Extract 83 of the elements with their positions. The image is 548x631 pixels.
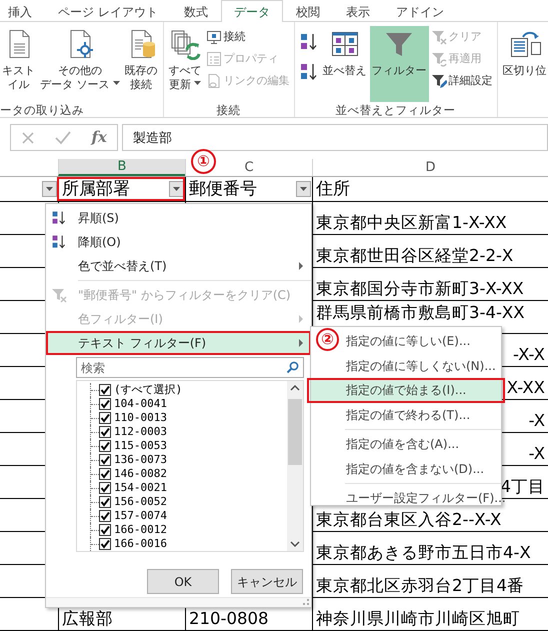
sort-descending-icon[interactable]: [298, 62, 318, 82]
callout-number: ①: [191, 149, 216, 174]
checkbox[interactable]: [99, 524, 111, 536]
sort-descending-icon: [51, 234, 67, 250]
checkbox[interactable]: [99, 468, 111, 480]
checkbox-label[interactable]: 136-0073: [114, 452, 167, 468]
ribbon-button[interactable]: すべて 更新: [166, 26, 204, 102]
ribbon-button[interactable]: 並べ替え: [320, 26, 368, 102]
ribbon-button[interactable]: キスト イル: [0, 26, 37, 102]
menu-item[interactable]: 降順(O): [46, 230, 311, 254]
ribbon-tab[interactable]: ページ レイアウト: [45, 0, 171, 22]
checkbox-label[interactable]: (すべて選択): [114, 382, 182, 398]
connections-icon: [206, 29, 222, 45]
checkbox[interactable]: [99, 412, 111, 424]
document-link-icon: [206, 73, 222, 89]
dropdown-arrow-icon: [173, 187, 180, 191]
ribbon-button[interactable]: 接続: [204, 26, 290, 48]
cancel-button[interactable]: キャンセル: [231, 569, 303, 594]
scrollbar-thumb[interactable]: [288, 399, 302, 465]
checkbox-label[interactable]: 115-0053: [114, 438, 167, 454]
checkbox-label[interactable]: 157-0074: [114, 508, 167, 524]
search-icon: [286, 361, 299, 374]
menu-item[interactable]: 指定の値を含む(A)...: [311, 432, 501, 456]
sort-ascending-icon[interactable]: [298, 32, 318, 52]
advanced-filter-icon: [430, 73, 446, 89]
filter-button[interactable]: [296, 181, 311, 197]
checkbox-label[interactable]: 146-0082: [114, 466, 167, 482]
resize-grip-icon[interactable]: [302, 598, 309, 605]
search-field[interactable]: 検索: [76, 357, 304, 378]
insert-function-button[interactable]: fx: [91, 126, 107, 149]
checkbox-label[interactable]: 166-0016: [114, 536, 167, 551]
menu-item[interactable]: テキスト フィルター(F): [46, 331, 311, 355]
checkbox-label[interactable]: 104-0041: [114, 396, 167, 412]
ribbon-tab[interactable]: 校閲: [282, 0, 333, 22]
ok-button[interactable]: OK: [147, 569, 219, 594]
clear-filter-icon: [51, 287, 67, 303]
checkbox-label[interactable]: 110-0013: [114, 410, 167, 426]
checkbox[interactable]: [99, 496, 111, 508]
table-cell: 神奈川県川崎市川崎区旭町: [312, 598, 548, 631]
refresh-icon: [169, 28, 201, 60]
ribbon-button[interactable]: 詳細設定: [430, 70, 494, 92]
reapply-filter-icon: [430, 51, 446, 67]
callout-number: ②: [316, 328, 339, 351]
group-label: ータの取り込み: [0, 102, 84, 117]
checkbox[interactable]: [99, 398, 111, 410]
checkbox[interactable]: [99, 482, 111, 494]
checkbox-label[interactable]: 112-0003: [114, 424, 167, 440]
dropdown-arrow-icon: [300, 187, 307, 191]
ribbon-button[interactable]: フィルター: [370, 26, 428, 102]
checkbox-label[interactable]: 154-0021: [114, 480, 167, 496]
checkbox-label[interactable]: 166-0012: [114, 522, 167, 538]
ribbon-button[interactable]: その他の データ ソース: [38, 26, 122, 102]
sort-ascending-icon: [51, 210, 67, 226]
ribbon-tab[interactable]: 数式: [170, 0, 221, 22]
checkbox-label[interactable]: 156-0052: [114, 494, 167, 510]
group-label: 接続: [216, 102, 240, 117]
checkbox[interactable]: [99, 426, 111, 438]
checkbox[interactable]: [99, 440, 111, 452]
column-letter[interactable]: B: [58, 159, 185, 176]
column-header: 住所: [316, 178, 350, 200]
filter-button[interactable]: [169, 181, 184, 197]
ribbon-button[interactable]: 区切り位: [500, 26, 548, 102]
checkbox[interactable]: [99, 454, 111, 466]
formula-field[interactable]: 製造部: [122, 124, 548, 151]
checkbox[interactable]: [99, 384, 111, 396]
ribbon-tab[interactable]: 表示: [332, 0, 383, 22]
filter-button[interactable]: [42, 181, 57, 197]
properties-icon: [206, 51, 222, 67]
menu-item[interactable]: 昇順(S): [46, 206, 311, 230]
dropdown-arrow-icon: [46, 187, 53, 191]
ribbon-tab[interactable]: データ: [220, 0, 283, 22]
menu-item[interactable]: 色で並べ替え(T): [46, 254, 311, 278]
ribbon-tab[interactable]: アドイン: [382, 0, 457, 22]
checkbox[interactable]: [99, 510, 111, 522]
group-label: 並べ替えとフィルター: [336, 102, 456, 117]
ribbon-button[interactable]: 既存の 接続: [122, 26, 160, 102]
menu-item[interactable]: 指定の値で終わる(T)...: [311, 402, 501, 427]
checkbox[interactable]: [99, 538, 111, 550]
column-header: 郵便番号: [189, 178, 257, 200]
column-letter[interactable]: D: [312, 159, 548, 176]
column-header: 所属部署: [62, 178, 130, 200]
ribbon-tab[interactable]: 挿入: [0, 0, 45, 22]
clear-filter-icon: [430, 29, 446, 45]
